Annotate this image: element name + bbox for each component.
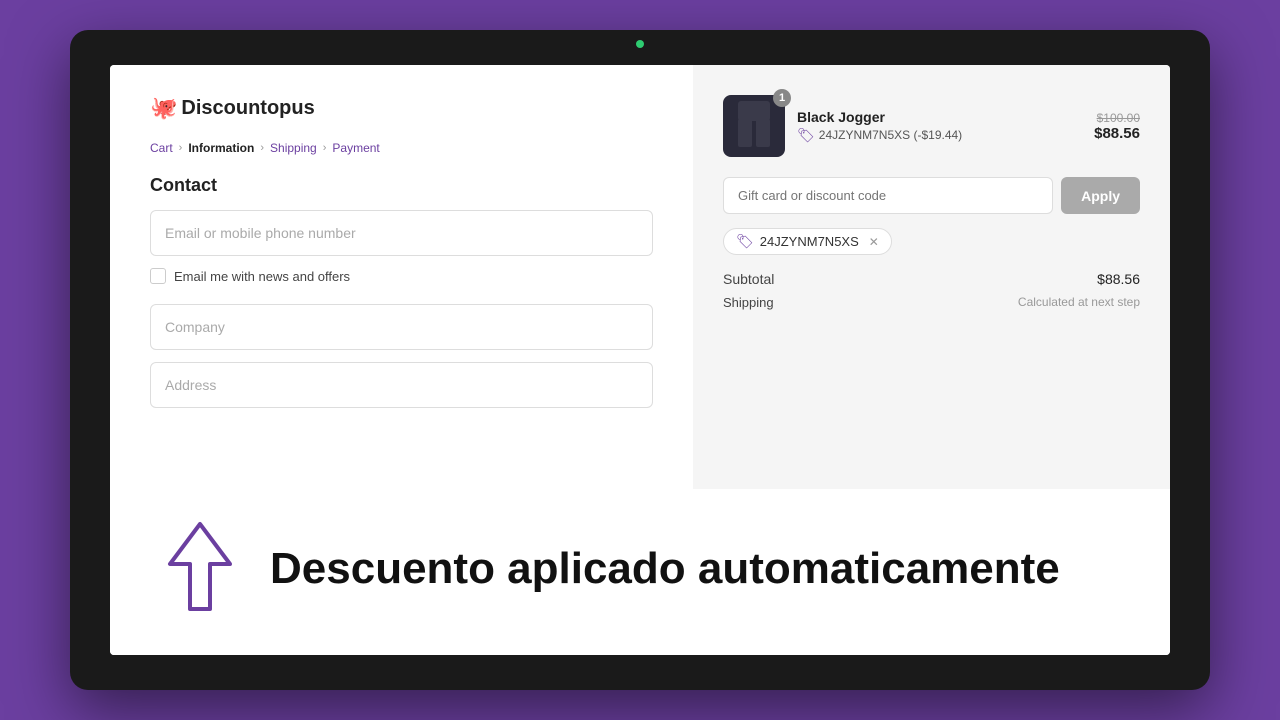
contact-title: Contact (150, 175, 653, 196)
price-original: $100.00 (1094, 111, 1140, 125)
breadcrumb-sep-2: › (260, 142, 264, 154)
subtotal-row: Subtotal $88.56 (723, 271, 1140, 287)
applied-tag-icon: 🏷 (736, 233, 754, 250)
product-prices: $100.00 $88.56 (1094, 111, 1140, 142)
logo-area: 🐙 Discountopus (150, 95, 653, 121)
discount-row: Apply (723, 177, 1140, 214)
discount-code-input[interactable] (723, 177, 1053, 214)
product-badge: 1 (773, 89, 791, 107)
address-fields (150, 304, 653, 420)
breadcrumb-cart[interactable]: Cart (150, 141, 173, 155)
breadcrumb: Cart › Information › Shipping › Payment (150, 141, 653, 155)
product-name: Black Jogger (797, 109, 1082, 125)
remove-discount-button[interactable]: ✕ (869, 235, 879, 249)
overlay-message: Descuento aplicado automaticamente (270, 545, 1060, 593)
product-code: 24JZYNM7N5XS (-$19.44) (819, 128, 962, 142)
laptop-screen: 🐙 Discountopus Cart › Information › Ship… (110, 65, 1170, 655)
breadcrumb-sep-3: › (323, 142, 327, 154)
product-image-wrap: 1 (723, 95, 785, 157)
price-current: $88.56 (1094, 125, 1140, 142)
shipping-row: Shipping Calculated at next step (723, 295, 1140, 310)
newsletter-row: Email me with news and offers (150, 268, 653, 284)
product-tag-row: 🏷 24JZYNM7N5XS (-$19.44) (797, 127, 1082, 144)
applied-code: 24JZYNM7N5XS (760, 234, 859, 249)
breadcrumb-information[interactable]: Information (188, 141, 254, 155)
subtotal-value: $88.56 (1097, 271, 1140, 287)
shipping-value: Calculated at next step (1018, 295, 1140, 310)
newsletter-label: Email me with news and offers (174, 269, 350, 284)
discount-tag-icon: 🏷 (797, 127, 815, 144)
product-info: Black Jogger 🏷 24JZYNM7N5XS (-$19.44) (797, 109, 1082, 144)
arrow-icon (160, 519, 240, 619)
shipping-label: Shipping (723, 295, 774, 310)
company-field[interactable] (150, 304, 653, 350)
email-field[interactable] (150, 210, 653, 256)
logo-icon: 🐙 (150, 95, 177, 121)
logo: 🐙 Discountopus (150, 95, 315, 121)
breadcrumb-shipping[interactable]: Shipping (270, 141, 317, 155)
overlay-banner: Descuento aplicado automaticamente (110, 489, 1170, 655)
breadcrumb-sep-1: › (179, 142, 183, 154)
applied-discount-tag: 🏷 24JZYNM7N5XS ✕ (723, 228, 892, 255)
arrow-wrap (160, 519, 240, 619)
breadcrumb-payment[interactable]: Payment (332, 141, 379, 155)
logo-text: Discountopus (181, 97, 314, 120)
laptop-camera (636, 40, 644, 48)
apply-button[interactable]: Apply (1061, 177, 1140, 214)
newsletter-checkbox[interactable] (150, 268, 166, 284)
laptop-frame: 🐙 Discountopus Cart › Information › Ship… (70, 30, 1210, 690)
address-field[interactable] (150, 362, 653, 408)
subtotal-label: Subtotal (723, 271, 774, 287)
product-row: 1 Black Jogger 🏷 24JZYNM7N5XS (-$19.44) … (723, 95, 1140, 157)
